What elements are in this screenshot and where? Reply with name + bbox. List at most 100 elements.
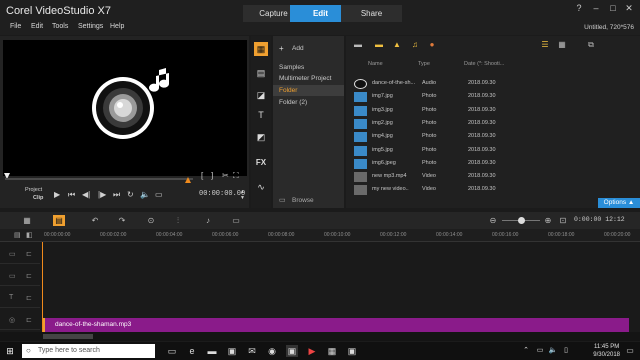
path-icon[interactable]: ∿ (254, 180, 268, 194)
library-row[interactable]: img7.jpg Photo 2018.09.30 (350, 91, 633, 103)
graphic-icon[interactable]: ◩ (254, 130, 268, 144)
column-name[interactable]: Name (368, 61, 383, 67)
column-type[interactable]: Type (418, 61, 430, 67)
tree-item-folder-2[interactable]: Folder (2) (273, 97, 344, 108)
folder-icon[interactable]: ▬ (353, 40, 363, 49)
track-lock-icon[interactable]: ⊏ (26, 250, 32, 258)
timecode-display[interactable]: 00:00:00.00 (199, 190, 245, 198)
tab-share[interactable]: Share (341, 5, 402, 22)
timeline-view-icon[interactable]: ▤ (53, 215, 65, 226)
title-track-lock-icon[interactable]: ⊏ (26, 294, 32, 302)
edge-icon[interactable]: e (186, 345, 198, 357)
list-view-icon[interactable]: ☰ (540, 40, 550, 49)
fx-icon[interactable]: FX (254, 156, 268, 170)
app-icon-2[interactable]: ▦ (326, 345, 338, 357)
file-explorer-icon[interactable]: ▬ (206, 345, 218, 357)
show-videos-icon[interactable]: ▬ (374, 40, 384, 49)
overlay-track-lock-icon[interactable]: ⊏ (26, 272, 32, 280)
firefox-icon[interactable]: ◉ (266, 345, 278, 357)
voice-track-lock-icon[interactable]: ⊏ (26, 316, 32, 324)
media-icon[interactable]: ▦ (254, 42, 268, 56)
tray-chevron-icon[interactable]: ⌃ (520, 345, 532, 357)
end-icon[interactable]: ⏭ (113, 190, 120, 200)
column-date[interactable]: Date (*: Shooti... (464, 61, 504, 67)
timeline-ruler[interactable]: ▤ ◧ 00:00:00:00 00:00:02:00 00:00:04:00 00:… (0, 229, 640, 242)
hd-icon[interactable]: ▭ (155, 190, 163, 199)
audio-clip[interactable]: dance-of-the-shaman.mp3 (43, 318, 629, 332)
redo-icon[interactable]: ↷ (116, 215, 128, 226)
video-track-icon[interactable]: ▭ (9, 250, 16, 258)
transition-icon[interactable]: ◪ (254, 88, 268, 102)
app-icon-3[interactable]: ▣ (346, 345, 358, 357)
instant-project-icon[interactable]: ▤ (254, 66, 268, 80)
next-frame-icon[interactable]: |▶ (98, 190, 106, 199)
prev-frame-icon[interactable]: ◀| (82, 190, 90, 199)
storyboard-view-icon[interactable]: ▦ (21, 215, 33, 226)
taskbar-clock[interactable]: 11:45 PM 9/30/2018 (593, 343, 620, 359)
library-row[interactable]: img6.jpeg Photo 2018.09.30 (350, 158, 633, 170)
options-button[interactable]: Options ▲ (598, 198, 640, 208)
voice-track-icon[interactable]: ◎ (9, 316, 15, 324)
browse-icon[interactable]: ▭ (279, 196, 286, 204)
volume-tray-icon[interactable]: 🔈 (547, 345, 559, 357)
mode-clip-label[interactable]: Clip (33, 195, 43, 201)
add-icon[interactable]: + (279, 44, 284, 53)
overlay-track-icon[interactable]: ▭ (9, 272, 16, 280)
scrub-bar[interactable] (5, 177, 193, 181)
library-row[interactable]: dance-of-the-sh... Audio 2018.09.30 (350, 78, 633, 90)
menu-tools[interactable]: Tools (52, 23, 68, 30)
library-row[interactable]: img4.jpg Photo 2018.09.30 (350, 131, 633, 143)
mark-out-button[interactable]: ] (211, 171, 213, 180)
repeat-icon[interactable]: ↻ (127, 190, 134, 199)
undo-icon[interactable]: ↶ (89, 215, 101, 226)
record-capture-icon[interactable]: ⊙ (145, 215, 157, 226)
volume-icon[interactable]: 🔈 (140, 190, 150, 199)
task-view-icon[interactable]: ▭ (166, 345, 178, 357)
play-icon[interactable]: ▶ (54, 190, 60, 199)
tree-item-folder[interactable]: Folder (273, 85, 344, 96)
menu-settings[interactable]: Settings (78, 23, 103, 30)
notification-icon[interactable]: ▭ (624, 345, 636, 357)
menu-edit[interactable]: Edit (31, 23, 43, 30)
auto-music-icon[interactable]: ♪ (202, 215, 214, 226)
mail-icon[interactable]: ✉ (246, 345, 258, 357)
sort-icon[interactable]: ● (427, 40, 437, 49)
minimize-button[interactable]: – (589, 2, 603, 14)
motion-tracking-icon[interactable]: ▭ (230, 215, 242, 226)
tree-item-multimeter-project[interactable]: Multimeter Project (273, 73, 344, 84)
close-button[interactable]: ✕ (622, 2, 636, 14)
add-folder-button[interactable]: Add (292, 45, 304, 52)
taskbar-search-input[interactable]: Type here to search (22, 344, 155, 358)
title-icon[interactable]: T (254, 108, 268, 122)
library-row[interactable]: my new video.. Video 2018.09.30 (350, 184, 633, 196)
timeline-scroll-thumb[interactable] (43, 334, 93, 339)
timecode-spinner-icon[interactable]: ▲ ▼ (240, 189, 245, 201)
zoom-in-icon[interactable]: ⊕ (542, 215, 554, 226)
show-audio-icon[interactable]: ♫ (410, 40, 420, 49)
browse-button[interactable]: Browse (292, 197, 314, 204)
mode-project-label[interactable]: Project (25, 187, 42, 193)
thumbnail-view-icon[interactable]: ▦ (557, 40, 567, 49)
library-row[interactable]: img5.jpg Photo 2018.09.30 (350, 145, 633, 157)
videostudio-taskbar-icon[interactable]: ▣ (286, 345, 298, 357)
fit-project-icon[interactable]: ⊡ (557, 215, 569, 226)
track-manager-icon[interactable]: ▤ (14, 231, 21, 239)
media-player-icon[interactable]: ▶ (306, 345, 318, 357)
menu-file[interactable]: File (10, 23, 21, 30)
enlarge-icon[interactable]: ⛶ (233, 171, 239, 181)
windows-start-icon[interactable]: ⊞ (4, 345, 16, 357)
maximize-button[interactable]: □ (606, 2, 620, 14)
menu-help[interactable]: Help (110, 23, 124, 30)
zoom-out-icon[interactable]: ⊖ (487, 215, 499, 226)
detach-icon[interactable]: ⧉ (586, 40, 596, 49)
split-icon[interactable]: ✂ (222, 171, 229, 180)
chapter-point-icon[interactable]: ◧ (26, 231, 33, 239)
zoom-slider-thumb[interactable] (518, 217, 525, 224)
library-row[interactable]: img2.jpg Photo 2018.09.30 (350, 118, 633, 130)
library-row[interactable]: new mp3.mp4 Video 2018.09.30 (350, 171, 633, 183)
mark-in-button[interactable]: [ (201, 171, 203, 180)
tree-item-samples[interactable]: Samples (273, 62, 344, 73)
network-icon[interactable]: ▭ (534, 345, 546, 357)
title-track-icon[interactable]: T (9, 294, 13, 301)
show-photos-icon[interactable]: ▲ (392, 40, 402, 49)
